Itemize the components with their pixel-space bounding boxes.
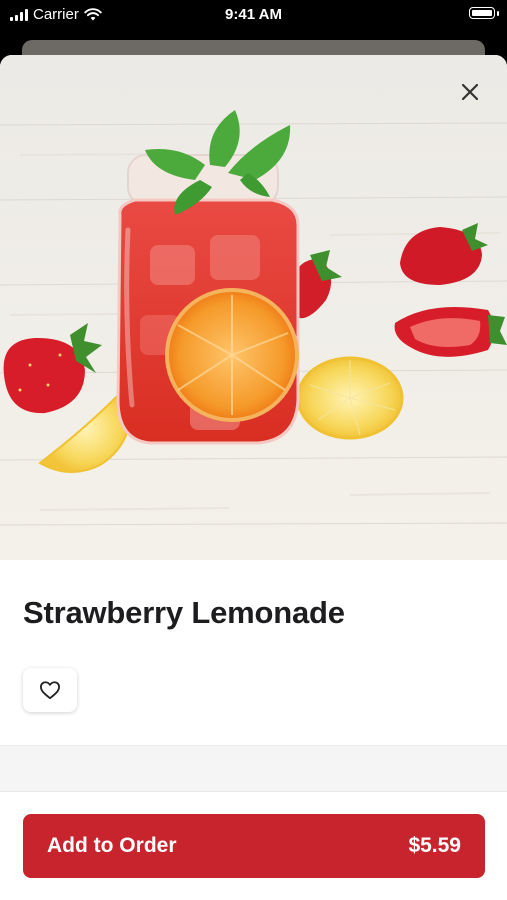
mason-jar [116, 154, 300, 445]
product-photo-illustration [0, 55, 507, 560]
close-button[interactable] [455, 77, 485, 107]
favorite-button[interactable] [23, 668, 77, 712]
add-to-order-button[interactable]: Add to Order $5.59 [23, 814, 485, 878]
heart-outline-icon [40, 681, 60, 700]
product-image [0, 55, 507, 560]
order-footer: Add to Order $5.59 [0, 791, 507, 900]
battery-icon [469, 7, 499, 19]
product-detail-sheet: Strawberry Lemonade Add to Order $5.59 [0, 55, 507, 900]
price-label: $5.59 [408, 834, 461, 857]
status-bar: Carrier 9:41 AM [0, 0, 507, 30]
status-time: 9:41 AM [225, 6, 282, 23]
add-to-order-label: Add to Order [47, 834, 177, 857]
close-icon [461, 83, 479, 101]
product-title: Strawberry Lemonade [23, 595, 345, 630]
section-divider [0, 745, 507, 792]
